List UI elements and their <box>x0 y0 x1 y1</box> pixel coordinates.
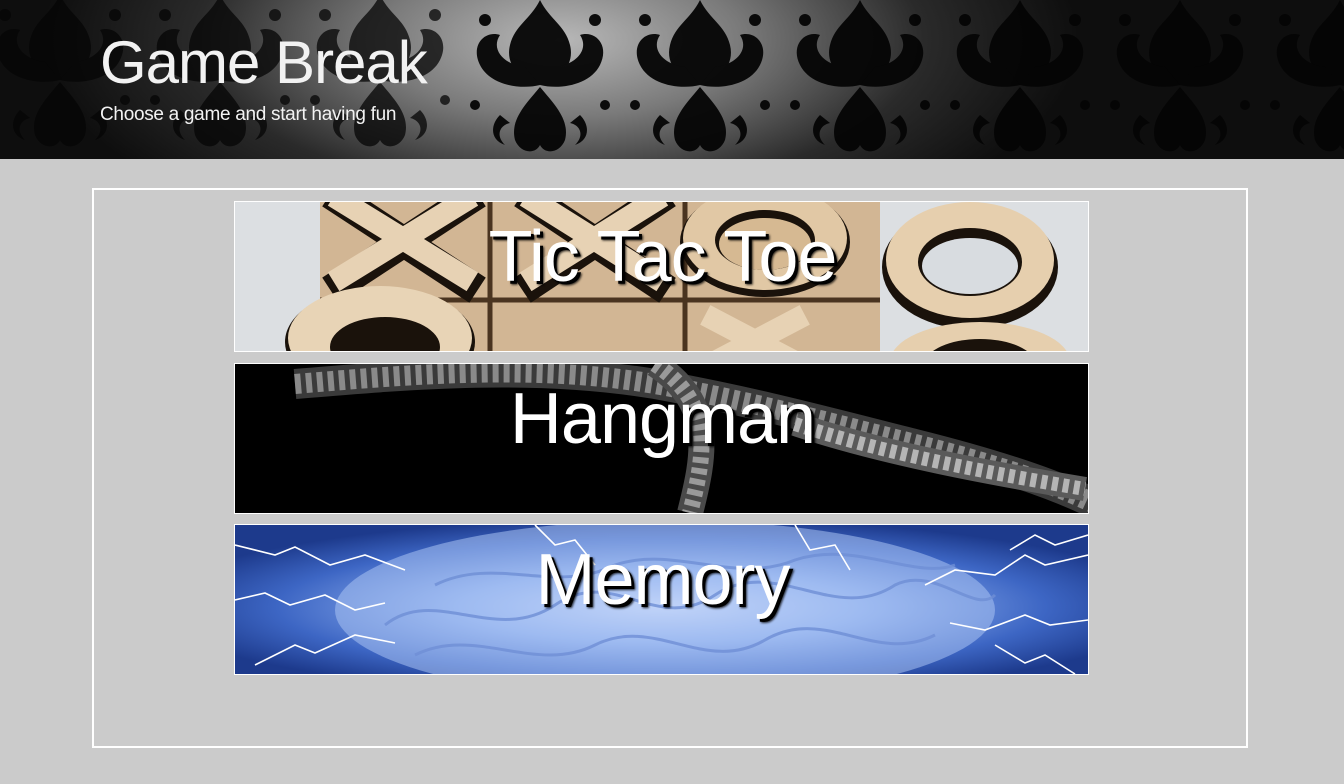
page-subtitle: Choose a game and start having fun <box>100 104 397 125</box>
game-tile-tic-tac-toe[interactable]: Tic Tac Toe <box>234 201 1089 352</box>
page-title: Game Break <box>100 29 428 96</box>
game-label: Memory <box>535 540 790 620</box>
game-tile-hangman[interactable]: Hangman <box>234 363 1089 514</box>
header-banner: Game Break Choose a game and start havin… <box>0 0 1344 159</box>
game-tile-memory[interactable]: Memory <box>234 524 1089 675</box>
game-label: Hangman <box>509 379 816 459</box>
game-label: Tic Tac Toe <box>488 217 838 297</box>
